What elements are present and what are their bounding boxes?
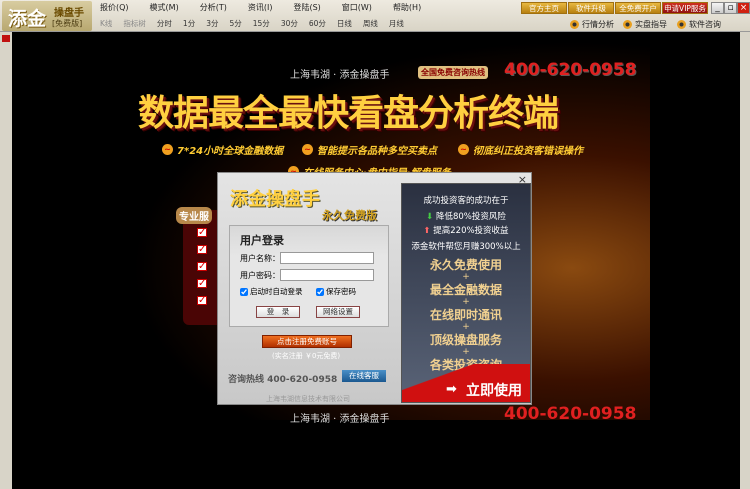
banner-phone: 400-620-0958 bbox=[504, 60, 637, 80]
qq-market-analysis[interactable]: 行情分析 bbox=[570, 18, 614, 31]
side-label: 专业服 bbox=[176, 207, 212, 224]
qq-software-consult[interactable]: 软件咨询 bbox=[677, 18, 721, 31]
save-password-checkbox[interactable]: 保存密码 bbox=[316, 286, 356, 297]
login-title: 用户登录 bbox=[240, 234, 284, 247]
period-day[interactable]: 日线 bbox=[337, 18, 352, 29]
dialog-brand: 添金操盘手 bbox=[230, 189, 320, 210]
save-password-check[interactable] bbox=[316, 287, 324, 296]
qq-trading-guide[interactable]: 实盘指导 bbox=[623, 18, 667, 31]
banner-company: 上海韦湖 · 添金操盘手 bbox=[290, 70, 390, 81]
promo-feature: 最全金融数据 bbox=[429, 283, 502, 297]
period-15min[interactable]: 15分 bbox=[253, 18, 270, 29]
app-title: 操盘手 bbox=[54, 8, 84, 19]
menu-help[interactable]: 帮助(H) bbox=[393, 2, 421, 13]
username-label: 用户名称： bbox=[240, 254, 280, 263]
password-input[interactable] bbox=[280, 269, 374, 281]
promo-summary: 添金软件帮您月赚300%以上 bbox=[411, 242, 521, 252]
menu-info[interactable]: 资讯(I) bbox=[248, 2, 273, 13]
check-icon: ✓ bbox=[197, 261, 207, 272]
promo-panel: 成功投资客的成功在于 ⬇ 降低80%投资风险 ⬆ 提高220%投资收益 添金软件… bbox=[401, 183, 531, 403]
arrow-right-icon: ➡ bbox=[446, 382, 457, 397]
menu-analysis[interactable]: 分析(T) bbox=[200, 2, 227, 13]
menu-mode[interactable]: 模式(M) bbox=[150, 2, 179, 13]
check-icon: ✓ bbox=[197, 278, 207, 289]
right-strip bbox=[740, 32, 750, 489]
promo-feature: 顶级操盘服务 bbox=[429, 333, 502, 347]
banner-phone-repeat: 400-620-0958 bbox=[504, 404, 637, 424]
dialog-hotline: 咨询热线 400-620-0958 bbox=[228, 375, 338, 385]
period-month[interactable]: 月线 bbox=[389, 18, 404, 29]
check-icon: ✓ bbox=[197, 244, 207, 255]
promo-point-up: ⬆ 提高220%投资收益 bbox=[423, 226, 509, 236]
banner-hotline-label: 全国免费咨询热线 bbox=[418, 66, 488, 79]
period-5min[interactable]: 5分 bbox=[229, 18, 241, 29]
chart-icon: ~ bbox=[302, 144, 313, 155]
qq-label: 行情分析 bbox=[582, 20, 614, 29]
qq-label: 软件咨询 bbox=[689, 20, 721, 29]
menu-bar: 报价(Q) 模式(M) 分析(T) 资讯(I) 登陆(S) 窗口(W) 帮助(H… bbox=[100, 2, 442, 13]
minimize-button[interactable]: _ bbox=[711, 2, 724, 14]
official-site-link[interactable]: 官方主页 bbox=[521, 2, 567, 14]
period-60min[interactable]: 60分 bbox=[309, 18, 326, 29]
dialog-company: 上海韦湖信息技术有限公司 bbox=[266, 395, 350, 403]
open-account-link[interactable]: 全免费开户 bbox=[615, 2, 661, 14]
period-1min[interactable]: 1分 bbox=[183, 18, 195, 29]
promo-feature: 永久免费使用 bbox=[429, 258, 502, 272]
register-button[interactable]: 点击注册免费账号 bbox=[262, 335, 352, 348]
promo-point-down: ⬇ 降低80%投资风险 bbox=[426, 212, 506, 222]
register-note: (实名注册 ￥0元免费) bbox=[272, 352, 341, 360]
vip-service-link[interactable]: 申请VIP服务 bbox=[662, 2, 708, 14]
qq-label: 实盘指导 bbox=[635, 20, 667, 29]
use-now-button[interactable]: ➡ 立即使用 bbox=[402, 364, 530, 402]
period-intraday[interactable]: 分时 bbox=[157, 18, 172, 29]
network-settings-button[interactable]: 网络设置 bbox=[316, 306, 360, 318]
promo-heading: 成功投资客的成功在于 bbox=[423, 196, 509, 206]
left-strip bbox=[0, 32, 12, 489]
check-icon: ✓ bbox=[197, 295, 207, 306]
exit-icon[interactable] bbox=[2, 35, 10, 42]
menu-window[interactable]: 窗口(W) bbox=[342, 2, 372, 13]
close-button[interactable]: × bbox=[737, 2, 750, 14]
arrow-up-icon: ⬆ bbox=[423, 226, 431, 236]
upgrade-link[interactable]: 软件升级 bbox=[568, 2, 614, 14]
auto-login-check[interactable] bbox=[240, 287, 248, 296]
period-30min[interactable]: 30分 bbox=[281, 18, 298, 29]
period-toolbar: K线 指标树 分时 1分 3分 5分 15分 30分 60分 日线 周线 月线 bbox=[100, 18, 415, 29]
banner-bullet: ~ 彻底纠正投资客错误操作 bbox=[458, 142, 583, 157]
dialog-edition: 永久免费版 bbox=[322, 209, 377, 222]
title-bar: 添金 操盘手 [免费版] 报价(Q) 模式(M) 分析(T) 资讯(I) 登陆(… bbox=[0, 0, 750, 32]
chart-icon: ~ bbox=[458, 144, 469, 155]
login-form: 用户登录 用户名称： 用户密码： 启动时自动登录 保存密码 登 录 网络设置 bbox=[229, 225, 389, 327]
app-logo: 添金 操盘手 [免费版] bbox=[2, 1, 92, 31]
menu-login[interactable]: 登陆(S) bbox=[293, 2, 320, 13]
banner-company-repeat: 上海韦湖 · 添金操盘手 bbox=[290, 414, 390, 425]
period-3min[interactable]: 3分 bbox=[206, 18, 218, 29]
kline-button[interactable]: K线 bbox=[100, 18, 112, 29]
online-service-button[interactable]: 在线客服 bbox=[342, 370, 386, 382]
indicator-tree-button[interactable]: 指标树 bbox=[123, 18, 146, 29]
banner-bullet: ~ 智能提示各品种多空买卖点 bbox=[302, 142, 437, 157]
login-dialog: × 添金操盘手 永久免费版 用户登录 用户名称： 用户密码： 启动时自动登录 保… bbox=[217, 172, 532, 405]
app-edition: [免费版] bbox=[52, 19, 83, 28]
qq-icon bbox=[623, 20, 632, 29]
menu-quote[interactable]: 报价(Q) bbox=[100, 2, 129, 13]
restore-button[interactable]: ▫ bbox=[724, 2, 737, 14]
banner-headline: 数据最全最快看盘分析终端 bbox=[138, 92, 559, 134]
username-input[interactable] bbox=[280, 252, 374, 264]
qq-icon bbox=[677, 20, 686, 29]
chart-icon: ~ bbox=[162, 144, 173, 155]
promo-feature: 在线即时通讯 bbox=[429, 308, 502, 322]
banner-bullet: ~7*24小时全球金融数据 bbox=[162, 142, 283, 157]
arrow-down-icon: ⬇ bbox=[426, 212, 434, 222]
period-week[interactable]: 周线 bbox=[363, 18, 378, 29]
login-button[interactable]: 登 录 bbox=[256, 306, 300, 318]
password-label: 用户密码： bbox=[240, 271, 280, 280]
logo-text: 添金 bbox=[8, 8, 47, 30]
auto-login-checkbox[interactable]: 启动时自动登录 bbox=[240, 286, 303, 297]
check-icon: ✓ bbox=[197, 227, 207, 238]
qq-icon bbox=[570, 20, 579, 29]
